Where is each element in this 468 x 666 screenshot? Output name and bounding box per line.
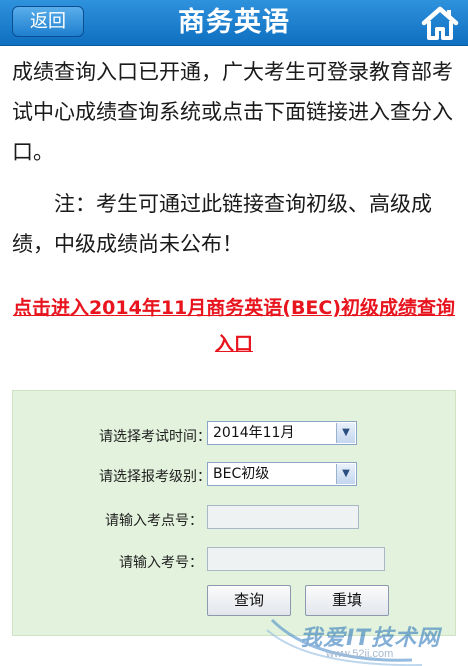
exam-level-value: BEC初级 (213, 466, 270, 482)
note-paragraph: 注：考生可通过此链接查询初级、高级成绩，中级成绩尚未公布！ (12, 192, 432, 256)
top-bar: 返回 商务英语 (0, 0, 468, 46)
exam-time-label: 请选择考试时间： (99, 429, 211, 445)
chevron-down-icon: ▼ (336, 423, 355, 443)
exam-time-value: 2014年11月 (213, 425, 295, 441)
intro-paragraph: 成绩查询入口已开通，广大考生可登录教育部考试中心成绩查询系统或点击下面链接进入查… (12, 60, 453, 164)
exam-no-label: 请输入考号： (119, 555, 203, 571)
exam-level-label: 请选择报考级别： (99, 469, 211, 485)
watermark-url: www.52ij.com (326, 648, 394, 660)
page-title: 商务英语 (178, 7, 290, 38)
center-no-input[interactable] (207, 505, 359, 529)
site-watermark: 我爱IT技术网 www.52ij.com (262, 610, 462, 666)
score-query-form: 请选择考试时间： 2014年11月 ▼ 请选择报考级别： BEC初级 ▼ 请输入… (12, 390, 456, 636)
exam-no-input[interactable] (207, 547, 385, 571)
back-button[interactable]: 返回 (12, 6, 84, 37)
center-no-label: 请输入考点号： (105, 513, 203, 529)
home-icon (421, 6, 459, 40)
home-button[interactable] (420, 4, 460, 42)
chevron-down-icon: ▼ (336, 464, 355, 484)
exam-time-select[interactable]: 2014年11月 ▼ (207, 421, 357, 445)
article-body: 成绩查询入口已开通，广大考生可登录教育部考试中心成绩查询系统或点击下面链接进入查… (12, 52, 458, 264)
exam-level-select[interactable]: BEC初级 ▼ (207, 462, 357, 486)
score-query-link[interactable]: 点击进入2014年11月商务英语(BEC)初级成绩查询入口 (8, 290, 460, 362)
